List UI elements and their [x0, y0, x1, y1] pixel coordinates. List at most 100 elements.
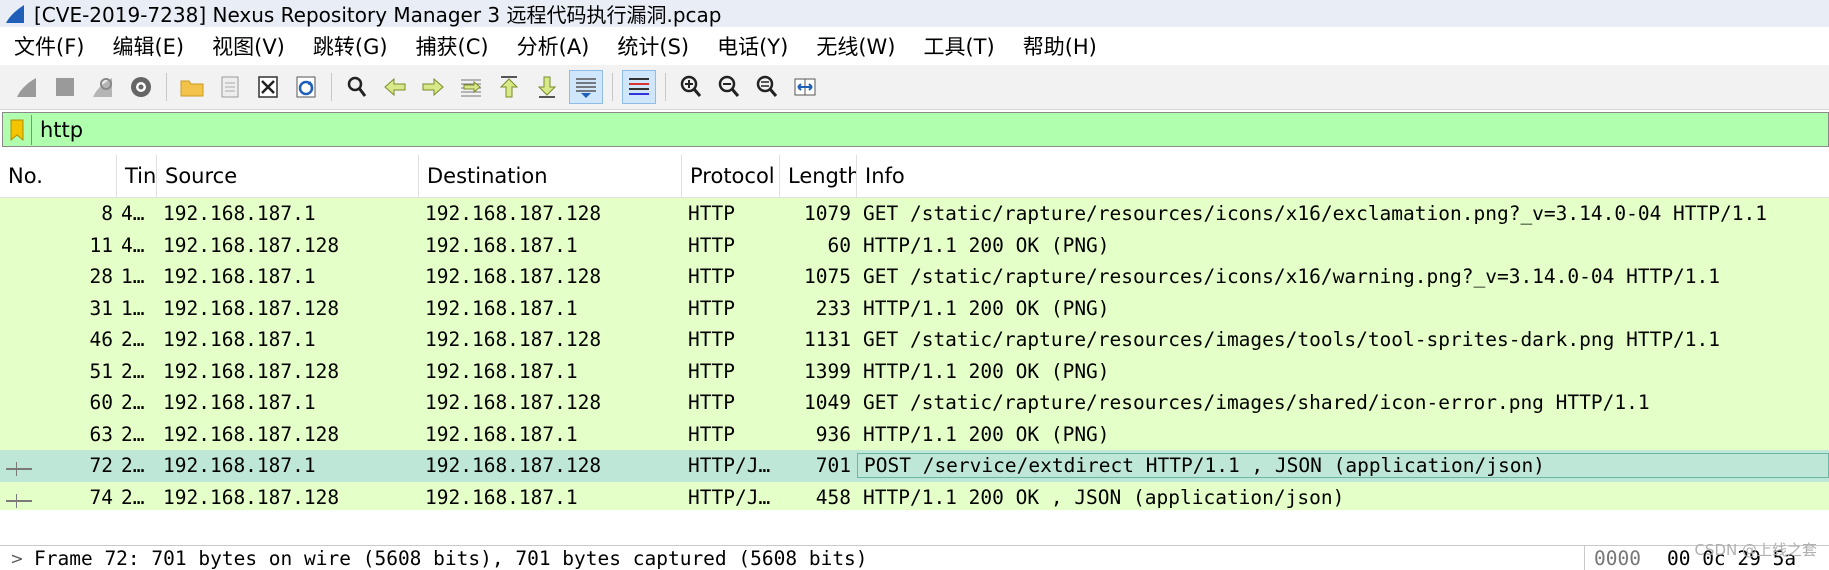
menu-file[interactable]: 文件(F)	[14, 31, 84, 61]
first-packet-button[interactable]	[493, 71, 525, 103]
folder-icon	[180, 80, 204, 97]
zoom-in-icon	[680, 75, 702, 97]
packet-length: 936	[815, 422, 851, 446]
packet-row[interactable]: 46 2… 192.168.187.1 192.168.187.128 HTTP…	[0, 324, 1829, 356]
packet-row[interactable]: 11 4… 192.168.187.128 192.168.187.1 HTTP…	[0, 229, 1829, 261]
menu-capture[interactable]: 捕获(C)	[416, 31, 489, 61]
packet-protocol: HTTP	[688, 265, 735, 289]
packet-source: 192.168.187.1	[163, 328, 316, 352]
close-file-icon	[258, 76, 278, 98]
packet-destination: 192.168.187.128	[425, 454, 602, 478]
column-header-destination[interactable]: Destination	[419, 155, 682, 197]
column-header-info[interactable]: Info	[857, 155, 1829, 197]
packet-protocol: HTTP	[688, 202, 735, 226]
save-file-button[interactable]	[214, 71, 246, 103]
display-filter-bar: http	[2, 112, 1829, 147]
find-packet-button[interactable]	[341, 71, 373, 103]
toolbar-separator	[665, 73, 666, 101]
packet-list-header: No. Tin Source Destination Protocol Leng…	[0, 155, 1829, 198]
packet-row[interactable]: 63 2… 192.168.187.128 192.168.187.1 HTTP…	[0, 418, 1829, 450]
packet-length: 1399	[804, 359, 851, 383]
watermark: CSDN @上线之套	[1694, 541, 1817, 559]
auto-scroll-button[interactable]	[569, 70, 603, 104]
close-file-button[interactable]	[252, 71, 284, 103]
packet-no: 8	[101, 202, 113, 226]
start-capture-button[interactable]	[11, 71, 43, 103]
column-header-protocol[interactable]: Protocol	[682, 155, 780, 197]
packet-time: 2…	[121, 391, 145, 415]
packet-no: 51	[89, 359, 113, 383]
menu-view[interactable]: 视图(V)	[212, 31, 285, 61]
packet-row[interactable]: 74 2… 192.168.187.128 192.168.187.1 HTTP…	[0, 481, 1829, 510]
arrow-down-icon	[537, 76, 557, 98]
packet-row[interactable]: 8 4… 192.168.187.1 192.168.187.128 HTTP …	[0, 198, 1829, 230]
packet-length: 701	[815, 454, 851, 478]
stop-capture-button[interactable]	[49, 71, 81, 103]
menu-analyze[interactable]: 分析(A)	[517, 31, 590, 61]
toolbar-separator	[166, 73, 167, 101]
menu-statistics[interactable]: 统计(S)	[617, 31, 689, 61]
packet-info: HTTP/1.1 200 OK (PNG)	[863, 359, 1110, 383]
gear-icon	[131, 77, 151, 97]
menu-go[interactable]: 跳转(G)	[313, 31, 388, 61]
menu-wireless[interactable]: 无线(W)	[816, 31, 895, 61]
restart-capture-button[interactable]	[87, 71, 119, 103]
document-icon	[221, 76, 239, 98]
normal-size-button[interactable]	[751, 71, 783, 103]
packet-source: 192.168.187.128	[163, 422, 340, 446]
packet-destination: 192.168.187.1	[425, 296, 578, 320]
go-forward-button[interactable]	[417, 71, 449, 103]
auto-scroll-icon	[576, 78, 596, 98]
packet-destination: 192.168.187.1	[425, 485, 578, 509]
packet-row[interactable]: 60 2… 192.168.187.1 192.168.187.128 HTTP…	[0, 387, 1829, 419]
packet-protocol: HTTP/J…	[688, 485, 771, 509]
capture-options-button[interactable]	[125, 71, 157, 103]
restart-icon	[93, 78, 112, 97]
reload-file-button[interactable]	[290, 71, 322, 103]
packet-info: HTTP/1.1 200 OK (PNG)	[863, 422, 1110, 446]
menu-tools[interactable]: 工具(T)	[923, 31, 994, 61]
packet-length: 233	[815, 296, 851, 320]
frame-summary[interactable]: Frame 72: 701 bytes on wire (5608 bits),…	[34, 547, 868, 570]
menu-help[interactable]: 帮助(H)	[1023, 31, 1097, 61]
title-bar: [CVE-2019-7238] Nexus Repository Manager…	[0, 0, 1829, 27]
packet-row[interactable]: 51 2… 192.168.187.128 192.168.187.1 HTTP…	[0, 355, 1829, 387]
wireshark-fin-icon	[6, 4, 24, 23]
packet-no: 28	[89, 265, 113, 289]
packet-protocol: HTTP	[688, 328, 735, 352]
packet-length: 458	[815, 485, 851, 509]
packet-no: 72	[0, 454, 117, 477]
toolbar-separator	[331, 73, 332, 101]
arrow-left-icon	[384, 77, 406, 97]
display-filter-input[interactable]: http	[40, 118, 83, 142]
packet-row[interactable]: 28 1… 192.168.187.1 192.168.187.128 HTTP…	[0, 261, 1829, 293]
last-packet-button[interactable]	[531, 71, 563, 103]
resize-columns-button[interactable]	[789, 71, 821, 103]
expand-chevron-icon[interactable]: >	[0, 549, 34, 568]
colorize-button[interactable]	[622, 70, 656, 104]
go-back-button[interactable]	[379, 71, 411, 103]
packet-source: 192.168.187.1	[163, 391, 316, 415]
zoom-out-button[interactable]	[713, 71, 745, 103]
column-header-time[interactable]: Tin	[117, 155, 157, 197]
packet-no: 60	[89, 391, 113, 415]
packet-destination: 192.168.187.128	[425, 391, 602, 415]
column-header-no[interactable]: No.	[0, 155, 117, 197]
filter-bookmark-button[interactable]	[3, 114, 32, 145]
stop-icon	[56, 78, 74, 96]
menu-telephony[interactable]: 电话(Y)	[717, 31, 788, 61]
column-header-length[interactable]: Length	[780, 155, 857, 197]
packet-protocol: HTTP	[688, 296, 735, 320]
hex-offset: 0000	[1594, 546, 1641, 570]
packet-source: 192.168.187.1	[163, 454, 316, 478]
column-header-source[interactable]: Source	[157, 155, 419, 197]
go-to-packet-button[interactable]	[455, 71, 487, 103]
packet-row[interactable]: 31 1… 192.168.187.128 192.168.187.1 HTTP…	[0, 292, 1829, 324]
menu-edit[interactable]: 编辑(E)	[112, 31, 184, 61]
colorize-icon	[629, 78, 649, 95]
packet-detail-pane: > Frame 72: 701 bytes on wire (5608 bits…	[0, 545, 1829, 570]
open-file-button[interactable]	[176, 71, 208, 103]
zoom-in-button[interactable]	[675, 71, 707, 103]
packet-row-selected[interactable]: 72 2… 192.168.187.1 192.168.187.128 HTTP…	[0, 450, 1829, 482]
packet-length: 60	[827, 233, 851, 257]
